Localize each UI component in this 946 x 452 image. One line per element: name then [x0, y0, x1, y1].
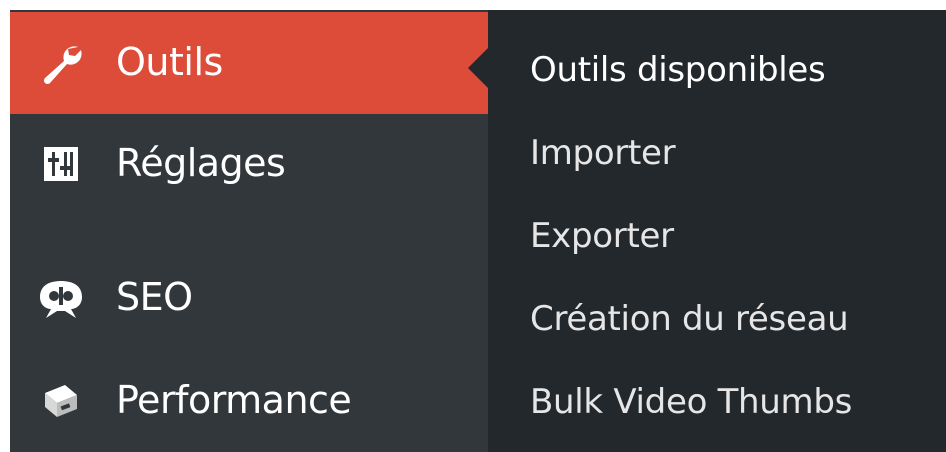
menu-item-label: Outils — [116, 40, 223, 85]
submenu-item-bulk-video-thumbs[interactable]: Bulk Video Thumbs — [530, 382, 852, 422]
submenu-pointer-arrow — [468, 48, 488, 88]
outils-submenu: Outils disponibles Importer Exporter Cré… — [488, 10, 946, 452]
submenu-item-outils-disponibles[interactable]: Outils disponibles — [530, 50, 826, 90]
menu-item-label: Réglages — [116, 141, 286, 186]
submenu-item-exporter[interactable]: Exporter — [530, 216, 674, 256]
admin-menu-frame: Outils Réglages SEO Performance Outils d… — [10, 10, 946, 452]
wrench-icon — [37, 39, 85, 87]
menu-item-label: Performance — [116, 378, 352, 423]
submenu-item-creation-du-reseau[interactable]: Création du réseau — [530, 299, 849, 339]
menu-item-performance[interactable]: Performance — [10, 350, 488, 452]
menu-item-outils[interactable]: Outils — [10, 12, 488, 114]
admin-sidebar-menu: Outils Réglages SEO Performance — [10, 10, 488, 452]
sliders-icon — [37, 140, 85, 188]
menu-item-reglages[interactable]: Réglages — [10, 114, 488, 214]
menu-item-label: SEO — [116, 275, 193, 320]
submenu-item-importer[interactable]: Importer — [530, 133, 676, 173]
performance-box-icon — [37, 377, 85, 425]
seo-logo-icon — [37, 274, 85, 322]
menu-item-seo[interactable]: SEO — [10, 250, 488, 346]
